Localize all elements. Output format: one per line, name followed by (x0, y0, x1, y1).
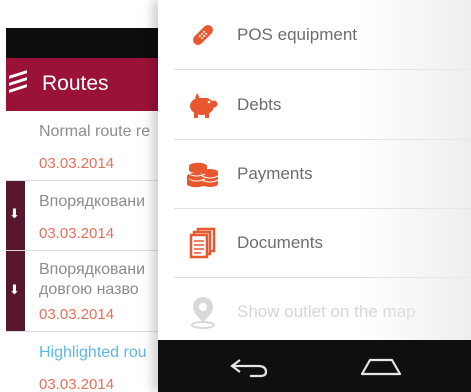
routes-list: Normal route re 03.03.2014 ⬇ Впорядкован… (6, 111, 175, 392)
list-item[interactable]: ⬇ Впорядковани довгою назво 03.03.2014 (6, 251, 175, 332)
list-item[interactable]: Highlighted rou 03.03.2014 (6, 332, 175, 392)
route-title: Впорядковани (39, 261, 146, 278)
route-title: Normal route re (39, 123, 151, 140)
route-date: 03.03.2014 (39, 155, 115, 172)
route-title: Highlighted rou (39, 344, 147, 361)
list-item[interactable]: Normal route re 03.03.2014 (6, 111, 175, 181)
menu-item-show-outlet-map: Show outlet on the map (174, 277, 471, 346)
menu-item-pos-equipment[interactable]: POS equipment (174, 0, 471, 70)
arrow-down-icon: ⬇ (9, 283, 20, 298)
coins-icon (186, 157, 220, 191)
menu-item-payments[interactable]: Payments (174, 139, 471, 209)
map-pin-icon (186, 295, 220, 329)
route-title: Впорядковани (39, 193, 146, 210)
route-title-line2: довгою назво (39, 281, 139, 298)
back-icon[interactable] (228, 354, 274, 378)
navigation-drawer: POS equipment Debts Payments Documents S… (158, 0, 471, 392)
menu-label: Show outlet on the map (237, 301, 416, 321)
menu-item-debts[interactable]: Debts (174, 70, 471, 140)
menu-item-documents[interactable]: Documents (174, 208, 471, 278)
ordered-marker: ⬇ (6, 251, 25, 331)
home-icon[interactable] (358, 354, 404, 378)
route-date: 03.03.2014 (39, 306, 115, 323)
routes-header: Routes (6, 58, 175, 111)
action-bar-shadow (6, 28, 175, 58)
bandage-icon (186, 18, 220, 52)
routes-screen: Routes Normal route re 03.03.2014 ⬇ Впор… (0, 0, 175, 392)
system-navigation-bar (158, 340, 471, 392)
menu-label: Payments (237, 163, 313, 183)
menu-label: POS equipment (237, 24, 358, 44)
menu-label: Debts (237, 94, 282, 114)
menu-label: Documents (237, 232, 323, 252)
ordered-marker: ⬇ (6, 181, 25, 250)
drawer-toggle-icon[interactable] (9, 70, 29, 97)
piggy-bank-icon (186, 88, 220, 122)
list-item[interactable]: ⬇ Впорядковани 03.03.2014 (6, 181, 175, 251)
arrow-down-icon: ⬇ (9, 207, 20, 222)
route-date: 03.03.2014 (39, 376, 115, 392)
page-title: Routes (42, 72, 109, 95)
documents-icon (186, 226, 220, 260)
status-area (0, 0, 175, 28)
route-date: 03.03.2014 (39, 225, 115, 242)
